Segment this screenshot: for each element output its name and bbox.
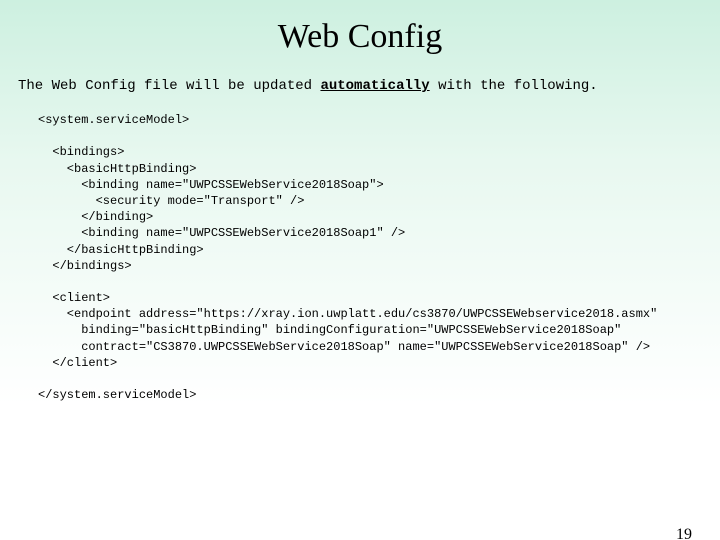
intro-emph: automatically (320, 78, 429, 94)
intro-pre: The Web Config file will be updated (18, 78, 320, 94)
intro-post: with the following. (430, 78, 598, 94)
page-number: 19 (676, 526, 692, 540)
code-block: <system.serviceModel> <bindings> <basicH… (38, 112, 700, 403)
slide-title: Web Config (0, 18, 720, 56)
intro-line: The Web Config file will be updated auto… (18, 78, 702, 94)
